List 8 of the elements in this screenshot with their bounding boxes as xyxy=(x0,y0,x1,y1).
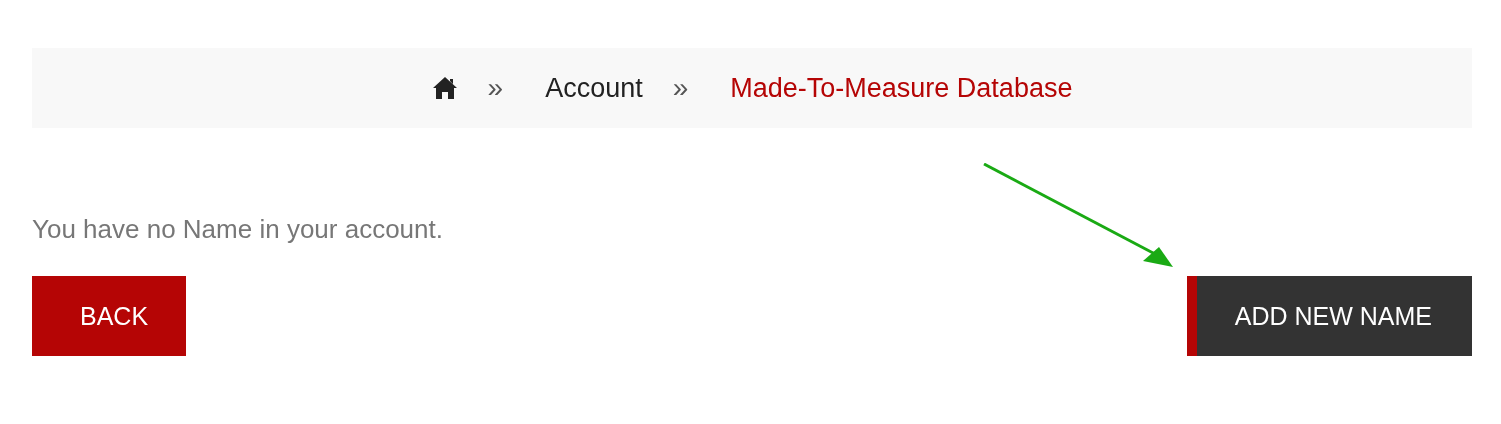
breadcrumb-separator: » xyxy=(487,72,504,104)
back-button[interactable]: BACK xyxy=(32,276,187,356)
breadcrumb-link[interactable]: Account xyxy=(545,72,643,104)
breadcrumb-separator: » xyxy=(672,72,689,104)
empty-message: You have no Name in your account. xyxy=(32,214,444,244)
home-icon[interactable] xyxy=(431,76,458,100)
add-new-name-button[interactable]: ADD NEW NAME xyxy=(1186,276,1472,356)
breadcrumb-current: Made-To-Measure Database xyxy=(730,72,1073,104)
